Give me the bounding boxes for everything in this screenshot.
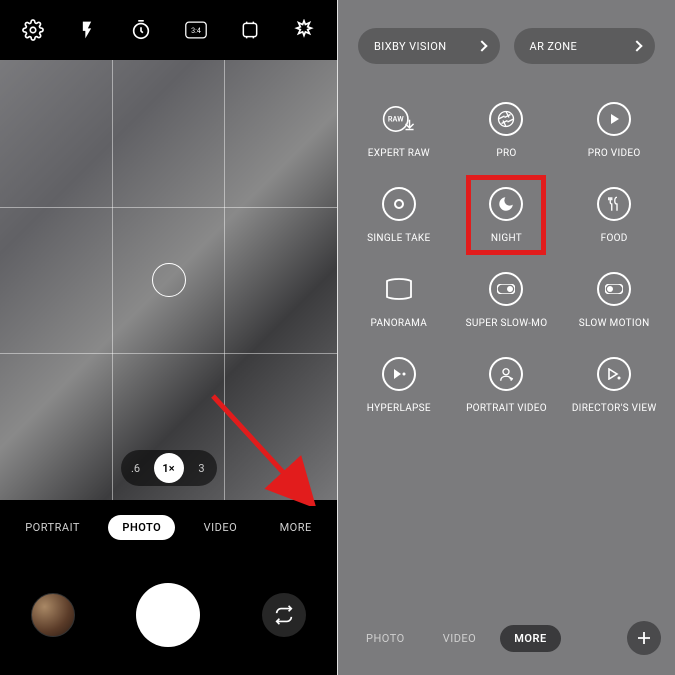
grid-line — [0, 353, 337, 354]
grid-line — [0, 207, 337, 208]
mode-slow-motion[interactable]: SLOW MOTION — [563, 272, 665, 329]
zoom-1x[interactable]: 1× — [154, 453, 184, 483]
bixby-vision-button[interactable]: BIXBY VISION — [358, 28, 500, 64]
mode-more[interactable]: MORE — [266, 515, 326, 540]
mode-pro[interactable]: PRO — [456, 102, 558, 159]
mode-label: SLOW MOTION — [579, 318, 650, 329]
portrait-video-icon — [489, 357, 523, 391]
more-modes-grid: RAW EXPERT RAW PRO PRO VIDEO SINGLE TAKE… — [338, 74, 675, 424]
mode-label: SINGLE TAKE — [367, 233, 430, 244]
mode-label: HYPERLAPSE — [367, 403, 431, 414]
svg-text:RAW: RAW — [388, 114, 404, 123]
mode-label: PANORAMA — [371, 318, 428, 329]
zoom-selector[interactable]: .6 1× 3 — [121, 450, 217, 486]
raw-icon: RAW — [382, 102, 416, 136]
tab-video[interactable]: VIDEO — [429, 625, 491, 652]
mode-expert-raw[interactable]: RAW EXPERT RAW — [348, 102, 450, 159]
mode-food[interactable]: FOOD — [563, 187, 665, 244]
slow-motion-icon — [597, 272, 631, 306]
mode-label: PORTRAIT VIDEO — [466, 403, 547, 414]
record-icon — [382, 187, 416, 221]
timer-icon[interactable] — [130, 19, 152, 41]
mode-single-take[interactable]: SINGLE TAKE — [348, 187, 450, 244]
mode-label: FOOD — [601, 233, 628, 244]
mode-super-slow-mo[interactable]: SUPER SLOW-MO — [456, 272, 558, 329]
mode-pro-video[interactable]: PRO VIDEO — [563, 102, 665, 159]
flash-icon[interactable] — [76, 19, 98, 41]
top-feature-buttons: BIXBY VISION AR ZONE — [338, 0, 675, 74]
bottom-mode-tabs: PHOTO VIDEO MORE — [338, 611, 675, 665]
mode-directors-view[interactable]: DIRECTOR'S VIEW — [563, 357, 665, 414]
hyperlapse-icon — [382, 357, 416, 391]
camera-app-photo-view: 3:4 .6 1× 3 PORTRAIT PHOTO VIDEO MORE — [0, 0, 337, 675]
grid-line — [224, 60, 225, 500]
mode-label: PRO VIDEO — [588, 148, 641, 159]
ar-zone-button[interactable]: AR ZONE — [514, 28, 656, 64]
camera-shutter-bar — [0, 555, 337, 675]
chevron-right-icon — [476, 40, 487, 51]
mode-night[interactable]: NIGHT — [456, 187, 558, 244]
mode-label: PRO — [496, 148, 516, 159]
panorama-icon — [382, 272, 416, 306]
switch-camera-button[interactable] — [262, 593, 306, 637]
mode-label: DIRECTOR'S VIEW — [572, 403, 657, 414]
zoom-tele[interactable]: 3 — [192, 462, 212, 475]
mode-photo[interactable]: PHOTO — [108, 515, 175, 540]
mode-video[interactable]: VIDEO — [190, 515, 252, 540]
slow-mo-icon — [489, 272, 523, 306]
chevron-right-icon — [631, 40, 642, 51]
food-icon — [597, 187, 631, 221]
aspect-ratio-icon[interactable]: 3:4 — [185, 19, 207, 41]
director-icon — [597, 357, 631, 391]
mode-portrait[interactable]: PORTRAIT — [11, 515, 94, 540]
add-mode-button[interactable] — [627, 621, 661, 655]
zoom-wide[interactable]: .6 — [126, 462, 146, 475]
gallery-thumbnail[interactable] — [31, 593, 75, 637]
motion-photo-icon[interactable] — [239, 19, 261, 41]
shutter-button[interactable] — [136, 583, 200, 647]
tab-more[interactable]: MORE — [500, 625, 560, 652]
aperture-icon — [489, 102, 523, 136]
tab-photo[interactable]: PHOTO — [352, 625, 419, 652]
settings-icon[interactable] — [22, 19, 44, 41]
camera-top-toolbar: 3:4 — [0, 0, 337, 60]
svg-text:3:4: 3:4 — [191, 26, 201, 35]
play-icon — [597, 102, 631, 136]
camera-viewfinder[interactable]: .6 1× 3 — [0, 60, 337, 500]
annotation-arrow-icon — [203, 386, 323, 506]
mode-label: SUPER SLOW-MO — [466, 318, 548, 329]
mode-panorama[interactable]: PANORAMA — [348, 272, 450, 329]
focus-indicator — [152, 263, 186, 297]
grid-line — [112, 60, 113, 500]
mode-portrait-video[interactable]: PORTRAIT VIDEO — [456, 357, 558, 414]
mode-label: EXPERT RAW — [368, 148, 430, 159]
camera-mode-tabs: PORTRAIT PHOTO VIDEO MORE — [0, 500, 337, 555]
camera-app-more-modes: BIXBY VISION AR ZONE RAW EXPERT RAW PRO … — [338, 0, 675, 675]
filters-icon[interactable] — [293, 19, 315, 41]
mode-hyperlapse[interactable]: HYPERLAPSE — [348, 357, 450, 414]
